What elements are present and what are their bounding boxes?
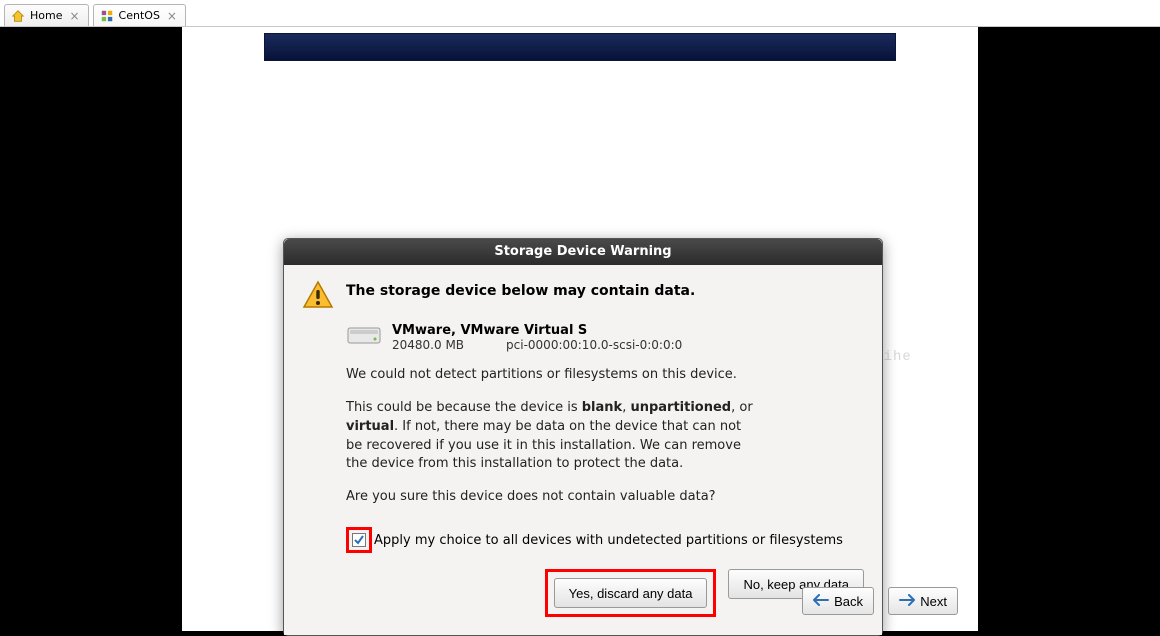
next-button[interactable]: Next (888, 587, 958, 615)
highlight-box (346, 527, 372, 553)
tab-label: CentOS (119, 9, 160, 22)
apply-all-checkbox[interactable] (352, 533, 366, 547)
close-icon[interactable]: × (165, 9, 179, 23)
close-icon[interactable]: × (67, 9, 81, 23)
tab-label: Home (30, 9, 62, 22)
arrow-right-icon (899, 594, 915, 609)
dialog-title: Storage Device Warning (284, 239, 882, 265)
back-button[interactable]: Back (802, 587, 874, 615)
centos-icon (100, 9, 114, 23)
letterbox-left (0, 27, 182, 631)
device-size: 20480.0 MB (392, 338, 464, 352)
storage-warning-dialog: Storage Device Warning The storage devic… (283, 238, 883, 636)
tab-bar: Home × CentOS × (0, 0, 1160, 27)
device-details: 20480.0 MB pci-0000:00:10.0-scsi-0:0:0:0 (392, 338, 682, 352)
dialog-message-2: This could be because the device is blan… (346, 399, 756, 474)
letterbox-right (978, 27, 1160, 631)
arrow-left-icon (813, 594, 829, 609)
dialog-body: The storage device below may contain dat… (284, 265, 882, 635)
installer-banner (264, 33, 896, 61)
device-name: VMware, VMware Virtual S (392, 323, 682, 338)
home-icon (11, 9, 25, 23)
back-label: Back (834, 594, 863, 609)
device-path: pci-0000:00:10.0-scsi-0:0:0:0 (506, 338, 682, 352)
harddisk-icon (346, 323, 382, 347)
warning-icon (302, 279, 334, 311)
apply-all-label: Apply my choice to all devices with unde… (374, 533, 843, 548)
dialog-message-3: Are you sure this device does not contai… (346, 488, 864, 507)
dialog-message-1: We could not detect partitions or filesy… (346, 366, 864, 385)
tab-centos[interactable]: CentOS × (93, 4, 186, 26)
dialog-heading: The storage device below may contain dat… (346, 283, 695, 299)
vm-display: sdn.net/CSDN_lihe Storage Device Warning… (182, 27, 978, 631)
next-label: Next (920, 594, 947, 609)
tab-home[interactable]: Home × (4, 4, 89, 26)
highlight-box: Yes, discard any data (545, 569, 717, 617)
yes-discard-button[interactable]: Yes, discard any data (554, 578, 708, 608)
